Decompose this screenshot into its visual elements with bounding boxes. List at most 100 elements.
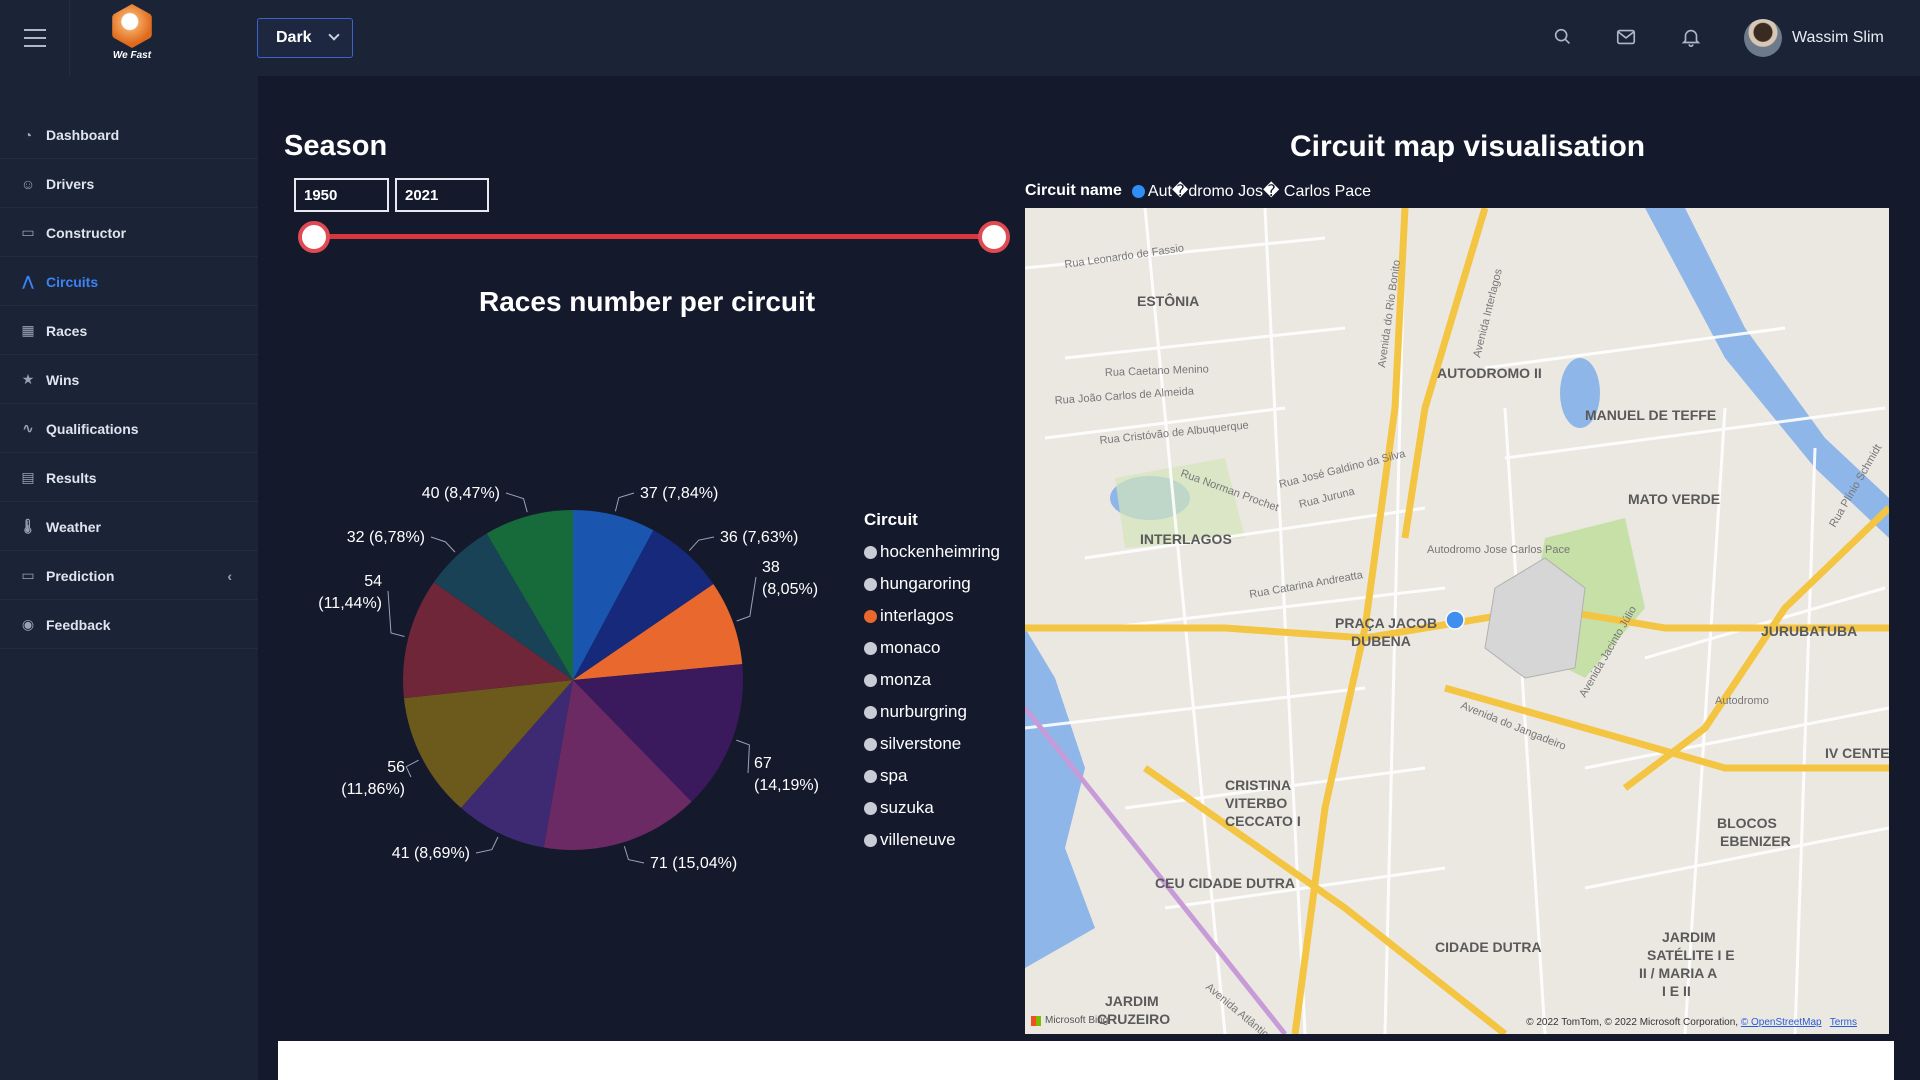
- circuit-name-filter[interactable]: Circuit name Aut�dromo Jos� Carlos Pace: [1025, 181, 1371, 201]
- pie-data-label: 41 (8,69%): [392, 845, 470, 862]
- sidebar-item-label: Prediction: [46, 567, 115, 584]
- legend-item-spa[interactable]: spa: [864, 760, 1000, 792]
- map-place-label: JARDIM: [1105, 993, 1159, 1009]
- table-icon: ▤: [21, 469, 35, 485]
- sidebar-item-label: Constructor: [46, 224, 127, 241]
- pie-data-label: 40 (8,47%): [422, 485, 500, 502]
- pie-leader-line: [614, 492, 635, 512]
- season-slider-end-handle[interactable]: [978, 221, 1010, 253]
- pie-chart-icon: ◔: [23, 126, 33, 143]
- map-place-label: VITERBO: [1225, 795, 1287, 811]
- pie-leader-line: [688, 536, 715, 551]
- season-slider-track[interactable]: [314, 234, 994, 239]
- map-place-label: CIDADE DUTRA: [1435, 939, 1542, 955]
- lake-shape: [1025, 628, 1095, 968]
- app-logo[interactable]: We Fast: [104, 4, 160, 66]
- legend-item-hungaroring[interactable]: hungaroring: [864, 568, 1000, 600]
- season-end-input[interactable]: 2021: [395, 178, 489, 212]
- search-icon[interactable]: [1552, 26, 1574, 48]
- monitor-icon: ▭: [21, 567, 35, 583]
- avatar: [1744, 19, 1782, 57]
- legend-item-villeneuve[interactable]: villeneuve: [864, 824, 1000, 856]
- pie-data-label: 37 (7,84%): [640, 485, 718, 502]
- map-street-label: Rua Leonardo de Fassio: [1064, 242, 1185, 271]
- season-title: Season: [284, 130, 388, 162]
- circuit-location-marker[interactable]: [1445, 610, 1465, 630]
- sidebar-item-results[interactable]: ▤ Results: [0, 454, 258, 502]
- legend-item-suzuka[interactable]: suzuka: [864, 792, 1000, 824]
- sidebar-item-circuits[interactable]: ⋀ Circuits: [0, 258, 258, 306]
- sidebar-item-weather[interactable]: 🌡︎ Weather: [0, 503, 258, 551]
- activity-icon: ∿: [22, 420, 34, 436]
- map-place-label: JURUBATUBA: [1761, 623, 1857, 639]
- season-slider-start-handle[interactable]: [298, 221, 330, 253]
- legend-label: silverstone: [880, 734, 962, 753]
- microsoft-logo-icon: [1031, 1015, 1041, 1026]
- legend-dot-icon: [864, 641, 877, 655]
- map-place-label: MATO VERDE: [1628, 491, 1720, 507]
- logo-mark-icon: [112, 4, 152, 48]
- season-start-input[interactable]: 1950: [294, 178, 389, 212]
- sidebar-item-prediction[interactable]: ▭ Prediction ‹: [0, 552, 258, 600]
- map-place-label: AUTODROMO II: [1437, 365, 1542, 381]
- sidebar-item-label: Races: [46, 322, 88, 339]
- sidebar-item-races[interactable]: ▦ Races: [0, 307, 258, 355]
- sidebar-item-feedback[interactable]: ◉ Feedback: [0, 601, 258, 649]
- map-place-label: CEU CIDADE DUTRA: [1155, 875, 1295, 891]
- sidebar-item-constructor[interactable]: ▭ Constructor: [0, 209, 258, 257]
- pie-data-label: 54 (11,44%): [318, 573, 382, 612]
- openstreetmap-link[interactable]: © OpenStreetMap: [1741, 1017, 1822, 1028]
- legend-item-silverstone[interactable]: silverstone: [864, 728, 1000, 760]
- map-place-label: EBENIZER: [1720, 833, 1791, 849]
- map-place-label: CRISTINA: [1225, 777, 1291, 793]
- pie-leader-line: [736, 576, 757, 622]
- circuit-filter-value: Aut�dromo Jos� Carlos Pace: [1147, 183, 1372, 200]
- sidebar-item-dashboard[interactable]: ◔ Dashboard: [0, 111, 258, 159]
- legend-item-hockenheimring[interactable]: hockenheimring: [864, 536, 1000, 568]
- legend-dot-icon: [864, 673, 877, 687]
- map-canvas[interactable]: ESTÔNIA AUTODROMO II MANUEL DE TEFFE MAT…: [1025, 208, 1889, 1034]
- theme-select[interactable]: Dark: [257, 18, 353, 58]
- chevron-left-icon: ‹: [227, 567, 232, 584]
- menu-toggle-button[interactable]: [0, 0, 70, 76]
- sidebar-item-label: Feedback: [46, 616, 111, 633]
- legend-item-monza[interactable]: monza: [864, 664, 1000, 696]
- map-place-label: ESTÔNIA: [1137, 292, 1199, 309]
- sidebar-item-label: Weather: [46, 518, 101, 535]
- mail-icon[interactable]: [1615, 26, 1637, 48]
- legend-label: interlagos: [880, 606, 954, 625]
- legend-label: nurburgring: [880, 702, 967, 721]
- pie-leader-line: [387, 590, 405, 637]
- map-place-label: PRAÇA JACOB: [1335, 615, 1437, 631]
- legend-dot-icon: [864, 833, 877, 847]
- legend-item-interlagos[interactable]: interlagos: [864, 600, 1000, 632]
- map-place-label: JARDIM: [1662, 929, 1716, 945]
- map-place-label: IV CENTENÁ: [1825, 745, 1889, 761]
- terms-link[interactable]: Terms: [1830, 1017, 1857, 1028]
- circuit-map[interactable]: ESTÔNIA AUTODROMO II MANUEL DE TEFFE MAT…: [1025, 208, 1889, 1034]
- pie-leader-line: [475, 836, 499, 854]
- sidebar-item-label: Circuits: [46, 273, 99, 290]
- map-brand-text: Microsoft Bing: [1045, 1015, 1109, 1026]
- user-menu[interactable]: Wassim Slim: [1744, 18, 1884, 58]
- map-brand: Microsoft Bing: [1031, 1015, 1108, 1026]
- legend-dot-icon: [864, 577, 877, 591]
- sidebar-item-label: Results: [46, 469, 97, 486]
- sidebar-item-qualifications[interactable]: ∿ Qualifications: [0, 405, 258, 453]
- map-street-label: Avenida Interlagos: [1471, 267, 1505, 359]
- sidebar-item-wins[interactable]: ★ Wins: [0, 356, 258, 404]
- chevron-down-icon: [328, 29, 340, 41]
- races-per-circuit-pie-chart: 37 (7,84%) 36 (7,63%) 38 (8,05%) 67 (14,19%) 7…: [318, 485, 819, 872]
- sidebar: ◔ Dashboard ☺ Drivers ▭ Constructor ⋀ Ci…: [0, 76, 258, 1080]
- map-street-label: Rua Juruna: [1298, 485, 1357, 511]
- bell-icon[interactable]: [1680, 26, 1702, 48]
- pie-data-label: 71 (15,04%): [650, 855, 737, 872]
- legend-item-monaco[interactable]: monaco: [864, 632, 1000, 664]
- legend-dot-icon: [864, 801, 877, 815]
- pie-data-label: 56 (11,86%): [341, 759, 405, 798]
- sidebar-item-drivers[interactable]: ☺ Drivers: [0, 160, 258, 208]
- legend-label: spa: [880, 766, 908, 785]
- legend-item-nurburgring[interactable]: nurburgring: [864, 696, 1000, 728]
- pie-leader-line: [505, 492, 528, 513]
- map-attribution: © 2022 TomTom, © 2022 Microsoft Corporat…: [1526, 1017, 1857, 1028]
